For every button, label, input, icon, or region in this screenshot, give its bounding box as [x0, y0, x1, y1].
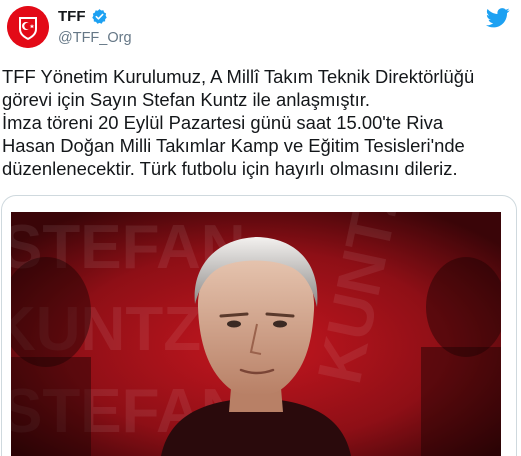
tweet-header: TFF @TFF_Org [0, 0, 521, 60]
tweet-text: TFF Yönetim Kurulumuz, A Millî Takım Tek… [2, 65, 517, 180]
tff-crest-icon [7, 6, 49, 48]
twitter-bird-icon[interactable] [486, 8, 510, 28]
verified-badge-icon [91, 9, 107, 24]
tweet-line: düzenlenecektir. Türk futbolu için hayır… [2, 158, 458, 179]
tweet-line: İmza töreni 20 Eylül Pazartesi günü saat… [2, 112, 444, 133]
stefan-kuntz-portrait-image: STEFAN KUNTZ STEFAN KUNTZ [2, 196, 511, 456]
avatar[interactable] [7, 6, 49, 48]
tweet-media-card[interactable]: STEFAN KUNTZ STEFAN KUNTZ [1, 195, 517, 456]
display-name[interactable]: TFF [58, 8, 86, 25]
tweet-media-image[interactable]: STEFAN KUNTZ STEFAN KUNTZ [2, 196, 511, 456]
account-handle[interactable]: @TFF_Org [58, 30, 132, 46]
account-name-line: TFF [58, 8, 108, 25]
tweet-line: görevi için Sayın Stefan Kuntz ile anlaş… [2, 89, 370, 110]
tweet-line: Hasan Doğan Milli Takımlar Kamp ve Eğiti… [2, 135, 465, 156]
tweet-line: TFF Yönetim Kurulumuz, A Millî Takım Tek… [2, 66, 475, 87]
